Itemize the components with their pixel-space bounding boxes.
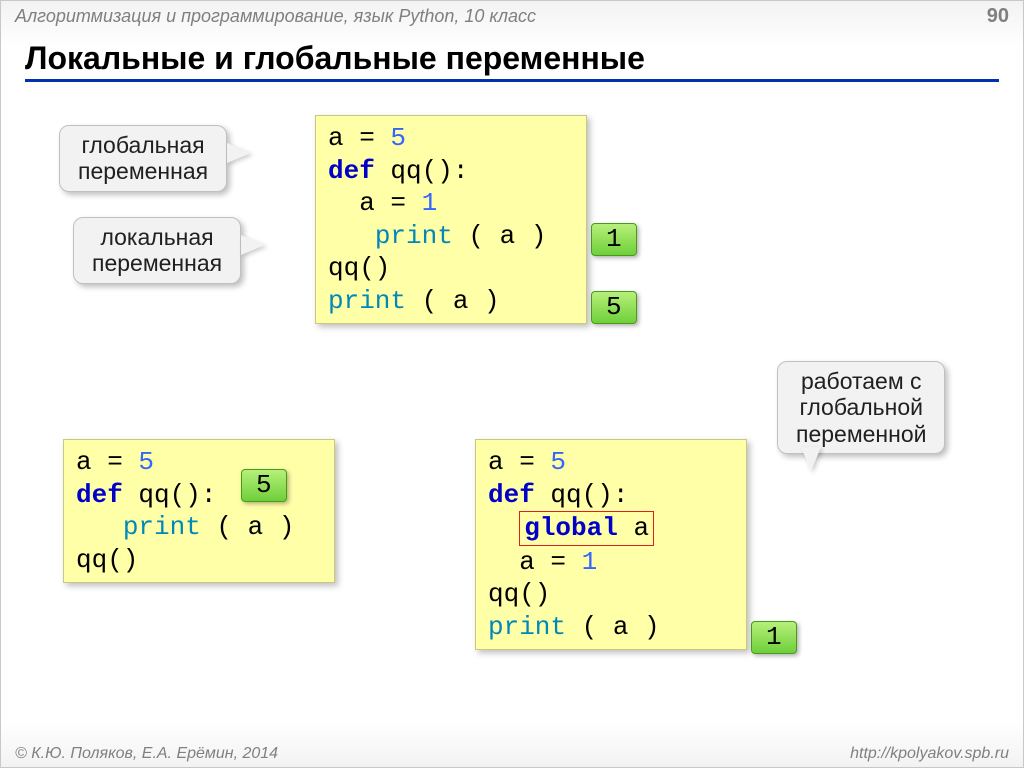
callout-local: локальнаяпеременная	[73, 217, 241, 284]
code-box-3: a = 5 def qq(): global a a = 1 qq() prin…	[475, 439, 747, 650]
output-badge-1b: 1	[751, 621, 797, 654]
callout-global: глобальнаяпеременная	[59, 125, 227, 192]
callout-global-tail	[227, 143, 251, 163]
callout-local-tail	[241, 235, 265, 255]
code-box-2: a = 5 def qq(): print ( a ) qq()	[63, 439, 335, 583]
slide-footer: © К.Ю. Поляков, Е.А. Ерёмин, 2014 http:/…	[1, 745, 1023, 765]
code-box-1: a = 5 def qq(): a = 1 print ( a ) qq() p…	[315, 115, 587, 324]
output-badge-5a: 5	[591, 291, 637, 324]
output-badge-1: 1	[591, 223, 637, 256]
output-badge-5b: 5	[241, 469, 287, 502]
copyright-text: © К.Ю. Поляков, Е.А. Ерёмин, 2014	[15, 745, 278, 763]
callout-working-tail	[801, 447, 821, 471]
footer-url: http://kpolyakov.spb.ru	[850, 745, 1009, 763]
callout-working: работаем сглобальнойпеременной	[777, 361, 945, 454]
slide-content: a = 5 def qq(): a = 1 print ( a ) qq() p…	[1, 1, 1023, 767]
